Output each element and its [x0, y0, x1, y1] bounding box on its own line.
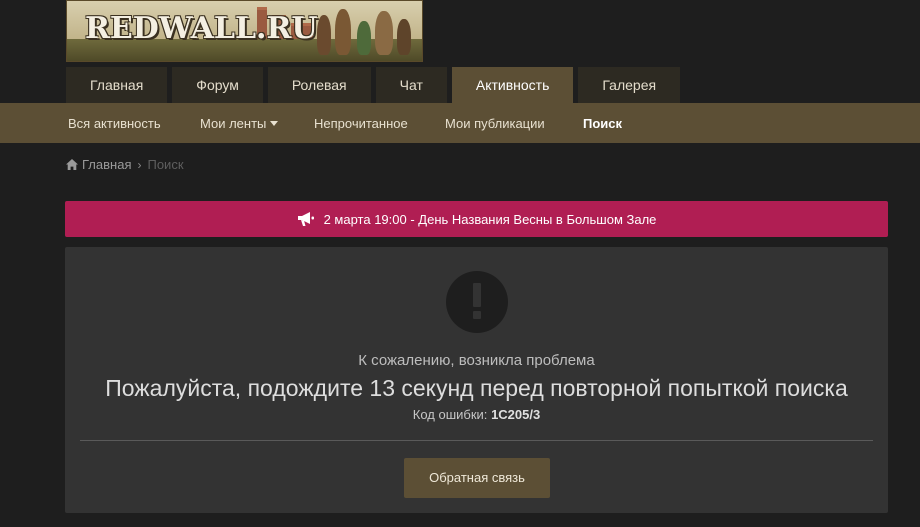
subnav-all-activity[interactable]: Вся активность	[68, 103, 161, 143]
announcement-text: 2 марта 19:00 - День Названия Весны в Бо…	[323, 211, 657, 227]
breadcrumb-home[interactable]: Главная	[82, 157, 131, 172]
breadcrumb-current: Поиск	[147, 157, 184, 172]
tab-gallery[interactable]: Галерея	[578, 67, 681, 103]
logo-figure	[397, 19, 411, 55]
subnav-my-posts[interactable]: Мои публикации	[445, 103, 545, 143]
logo-figure	[357, 21, 371, 55]
subnav-search-label: Поиск	[583, 116, 623, 131]
subnav-all-activity-label: Вся активность	[68, 116, 161, 131]
caret-down-icon	[270, 121, 279, 127]
tab-roleplay[interactable]: Ролевая	[267, 67, 371, 103]
exclamation-dot	[473, 311, 481, 319]
error-code-value: 1C205/3	[491, 407, 541, 422]
sub-nav: Вся активность Мои ленты Непрочитанное М…	[0, 103, 920, 143]
divider	[80, 440, 873, 441]
site-logo[interactable]: REDWALL.RU	[66, 0, 423, 62]
tab-activity[interactable]: Активность	[451, 67, 574, 103]
subnav-unread[interactable]: Непрочитанное	[314, 103, 408, 143]
tab-forum[interactable]: Форум	[172, 67, 263, 103]
home-icon[interactable]	[66, 159, 78, 170]
megaphone-icon	[297, 212, 314, 226]
breadcrumb: Главная › Поиск	[66, 157, 184, 172]
announcement-banner[interactable]: 2 марта 19:00 - День Названия Весны в Бо…	[65, 201, 888, 237]
page: REDWALL.RU Главная Форум Ролевая Чат Акт…	[0, 0, 920, 527]
subnav-search[interactable]: Поиск	[583, 103, 622, 143]
exclamation-bar	[473, 283, 481, 307]
logo-text: REDWALL.RU	[85, 11, 318, 46]
main-nav: Главная Форум Ролевая Чат Активность Гал…	[66, 67, 685, 103]
logo-figure	[375, 11, 393, 55]
subnav-my-feeds[interactable]: Мои ленты	[200, 103, 279, 143]
error-code: Код ошибки: 1C205/3	[65, 407, 888, 422]
subnav-my-feeds-label: Мои ленты	[200, 116, 267, 131]
breadcrumb-separator: ›	[137, 157, 142, 172]
feedback-button[interactable]: Обратная связь	[404, 458, 550, 498]
error-sorry-text: К сожалению, возникла проблема	[358, 352, 595, 369]
error-message: Пожалуйста, подождите 13 секунд перед по…	[105, 375, 848, 401]
subnav-unread-label: Непрочитанное	[314, 116, 408, 131]
tab-home[interactable]: Главная	[66, 67, 168, 103]
tab-chat[interactable]: Чат	[375, 67, 447, 103]
error-panel: К сожалению, возникла проблема Пожалуйст…	[65, 247, 888, 513]
error-code-label: Код ошибки:	[412, 407, 488, 422]
logo-figure	[335, 9, 351, 55]
subnav-my-posts-label: Мои публикации	[445, 116, 545, 131]
exclamation-circle-icon	[446, 271, 508, 333]
logo-figure	[317, 15, 331, 55]
